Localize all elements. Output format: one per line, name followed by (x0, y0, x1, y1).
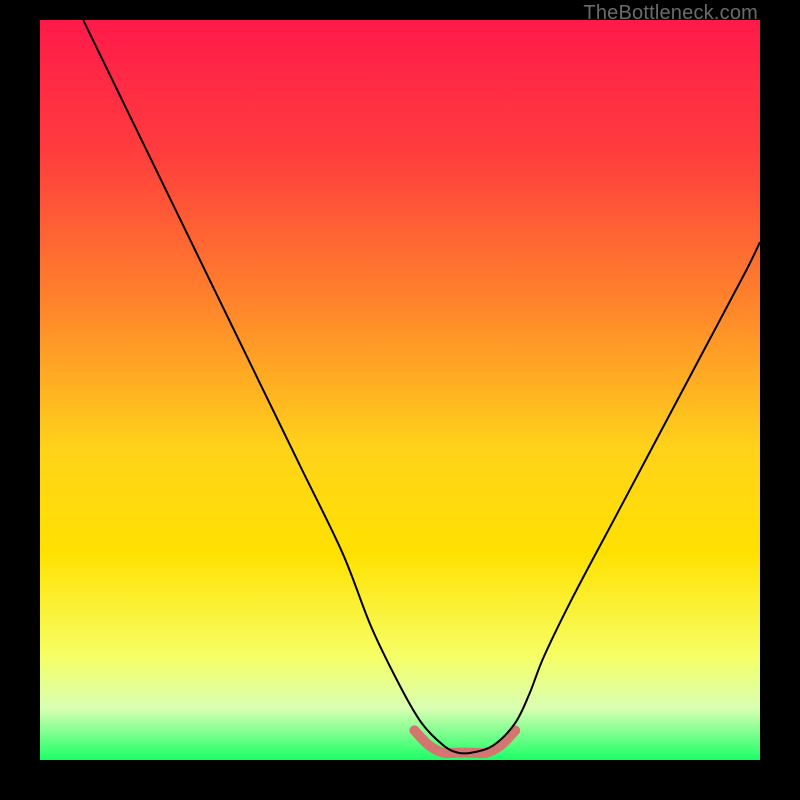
plot-area (40, 20, 760, 760)
curve-layer (40, 20, 760, 760)
chart-container: TheBottleneck.com (0, 0, 800, 800)
bottleneck-curve-line (83, 20, 760, 754)
